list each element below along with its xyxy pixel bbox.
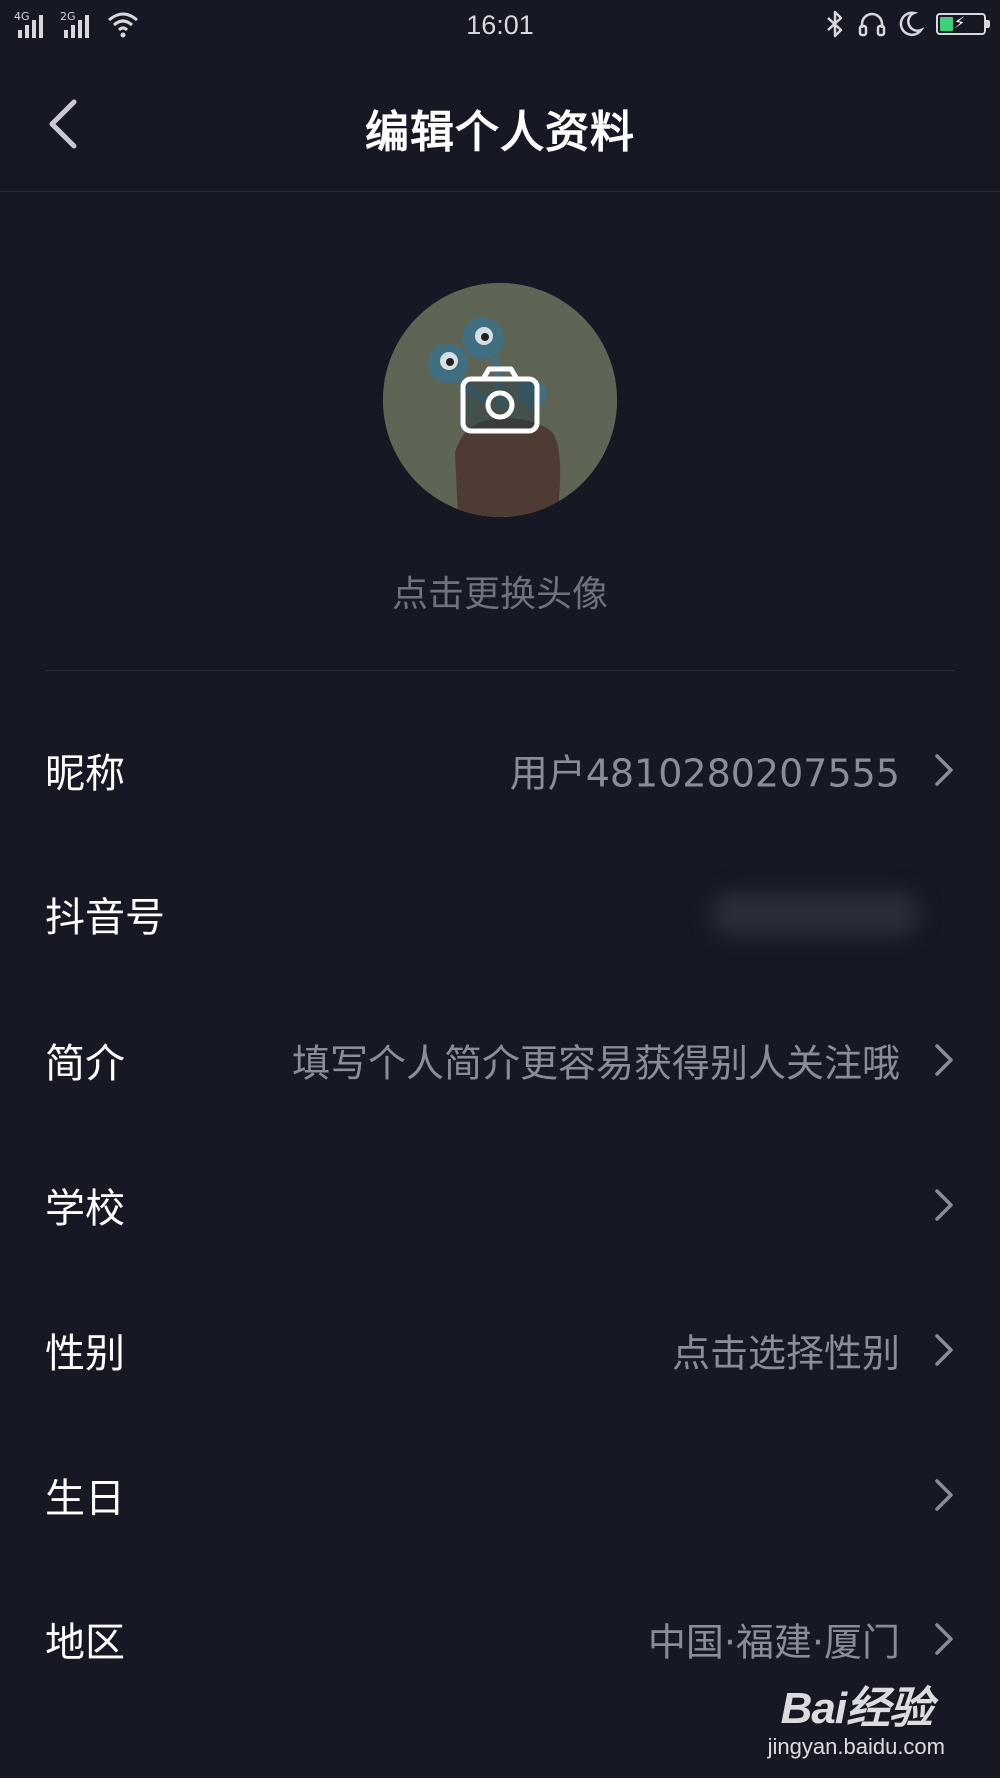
chevron-right-icon: [935, 1189, 953, 1221]
row-label: 性别: [45, 1331, 125, 1377]
chevron-right-icon: [935, 1044, 953, 1076]
watermark-url: jingyan.baidu.com: [767, 1734, 945, 1759]
section-divider: [45, 670, 955, 671]
chevron-right-icon: [935, 1334, 953, 1366]
row-label: 抖音号: [45, 895, 165, 941]
battery-charging-icon: ⚡: [936, 13, 990, 35]
row-value: 点击选择性别: [671, 1331, 900, 1376]
baidu-watermark: Bai经验 jingyan.baidu.com: [768, 1672, 945, 1760]
camera-icon: [460, 366, 540, 434]
avatar-button[interactable]: [383, 283, 617, 517]
row-label: 地区: [45, 1620, 125, 1666]
chevron-right-icon: [935, 754, 953, 786]
status-bar: 4G 2G 16:01 ⚡: [0, 0, 1000, 52]
bluetooth-icon: [827, 10, 843, 38]
row-school[interactable]: 学校: [0, 1133, 1000, 1277]
chevron-right-icon: [935, 1479, 953, 1511]
row-label: 学校: [45, 1186, 125, 1232]
row-label: 生日: [45, 1476, 125, 1522]
row-bio[interactable]: 简介 填写个人简介更容易获得别人关注哦: [0, 988, 1000, 1132]
nav-bar: 编辑个人资料: [0, 52, 1000, 192]
moon-icon: [899, 11, 924, 37]
page-title: 编辑个人资料: [365, 107, 635, 158]
row-label: 昵称: [45, 751, 125, 797]
row-douyin-id[interactable]: 抖音号: [0, 842, 1000, 986]
avatar-caption[interactable]: 点击更换头像: [0, 565, 1000, 617]
blurred-id-value: [710, 892, 920, 936]
row-birthday[interactable]: 生日: [0, 1423, 1000, 1567]
chevron-right-icon: [935, 1623, 953, 1655]
row-value: 用户4810280207555: [509, 751, 900, 796]
row-value: 填写个人简介更容易获得别人关注哦: [291, 1041, 900, 1086]
headset-icon: [858, 12, 886, 37]
status-right: ⚡: [824, 10, 990, 38]
watermark-logo: Bai经验: [780, 1684, 933, 1733]
row-nickname[interactable]: 昵称 用户4810280207555: [0, 698, 1000, 842]
row-value: 中国·福建·厦门: [647, 1620, 900, 1665]
row-gender[interactable]: 性别 点击选择性别: [0, 1278, 1000, 1422]
row-label: 简介: [45, 1041, 125, 1087]
